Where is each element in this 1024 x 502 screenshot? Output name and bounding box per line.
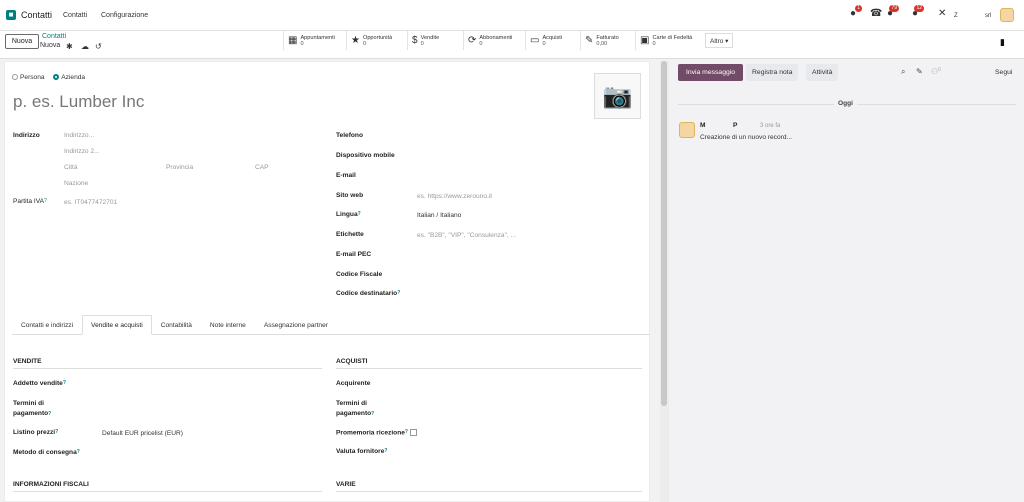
fiscal-info-title: INFORMAZIONI FISCALI bbox=[13, 481, 322, 492]
email-label: E-mail bbox=[336, 172, 356, 179]
stat-appuntamenti[interactable]: ▦ Appuntamenti 0 bbox=[283, 31, 335, 50]
website-label: Sito web bbox=[336, 192, 364, 199]
tags-label: Etichette bbox=[336, 231, 364, 238]
stat-acquisti[interactable]: ▭ Acquisti 0 bbox=[525, 31, 562, 50]
pricelist-select[interactable]: Default EUR pricelist (EUR) bbox=[102, 430, 183, 437]
refresh-icon: ⟳ bbox=[468, 35, 477, 46]
stat-opportunita[interactable]: ★ Opportunità 0 bbox=[346, 31, 392, 50]
more-dropdown[interactable]: Altro ▾ bbox=[705, 33, 734, 48]
stat-carte-fedelta[interactable]: ▣ Carte di Fedeltà 0 bbox=[635, 31, 692, 50]
company-name-input[interactable]: p. es. Lumber Inc bbox=[13, 92, 144, 112]
message-author[interactable]: M P bbox=[700, 122, 737, 129]
app-title[interactable]: Contatti bbox=[21, 10, 52, 20]
delivery-method-label: Metodo di consegna? bbox=[13, 449, 80, 456]
message-time: 3 ore fa bbox=[760, 123, 781, 129]
city-input[interactable]: Città bbox=[64, 164, 78, 171]
tab-vendite-acquisti[interactable]: Vendite e acquisti bbox=[82, 315, 152, 335]
followers-icon[interactable]: ⚇0 bbox=[931, 67, 941, 76]
send-message-button[interactable]: Invia messaggio bbox=[678, 64, 743, 81]
gear-icon[interactable]: ✱ bbox=[66, 42, 73, 51]
pec-label: E-mail PEC bbox=[336, 251, 372, 258]
buyer-label: Acquirente bbox=[336, 380, 371, 387]
radio-azienda[interactable] bbox=[53, 74, 60, 81]
date-separator-label: Oggi bbox=[834, 100, 858, 107]
scrollbar-thumb[interactable] bbox=[661, 61, 667, 406]
message-body: Creazione di un nuovo record... bbox=[700, 134, 793, 141]
star-icon: ★ bbox=[351, 35, 360, 46]
street2-input[interactable]: Indirizzo 2... bbox=[64, 148, 100, 155]
misc-section-title: VARIE bbox=[336, 481, 642, 492]
breadcrumb-parent[interactable]: Contatti bbox=[42, 33, 66, 40]
radio-persona-label[interactable]: Persona bbox=[20, 74, 45, 81]
payment-terms-label: Termini di pagamento? bbox=[13, 400, 52, 417]
notebook-tabs: Contatti e indirizzi Vendite e acquisti … bbox=[12, 315, 337, 335]
contacts-app-icon[interactable]: ■ bbox=[6, 10, 16, 20]
tags-input[interactable]: es. "B2B", "VIP", "Consulenza", ... bbox=[417, 232, 516, 239]
calendar-icon: ▦ bbox=[288, 35, 298, 46]
salesperson-label: Addetto vendite? bbox=[13, 380, 66, 387]
mobile-label: Dispositivo mobile bbox=[336, 152, 395, 159]
radio-azienda-label[interactable]: Azienda bbox=[61, 74, 85, 81]
messaging-icon[interactable]: ● 79 bbox=[887, 5, 900, 20]
cloud-save-icon[interactable]: ☁ bbox=[81, 42, 89, 51]
phone-label: Telefono bbox=[336, 132, 363, 139]
user-avatar[interactable] bbox=[1000, 8, 1014, 22]
paperclip-icon[interactable]: ✎ bbox=[916, 67, 923, 76]
purchase-section-title: ACQUISTI bbox=[336, 358, 642, 369]
clock-icon[interactable]: ● 12 bbox=[912, 5, 925, 20]
vat-input[interactable]: es. IT0477472701 bbox=[64, 199, 117, 206]
company-type-radio: Persona Azienda bbox=[12, 74, 85, 81]
street-input[interactable]: Indirizzo... bbox=[64, 132, 94, 139]
form-sheet bbox=[4, 61, 650, 502]
follow-button[interactable]: Segui bbox=[995, 69, 1012, 76]
language-select[interactable]: Italian / Italiano bbox=[417, 212, 461, 219]
tools-icon[interactable]: ✕ bbox=[938, 8, 946, 20]
pricelist-label: Listino prezzi? bbox=[13, 429, 59, 436]
author-avatar[interactable] bbox=[679, 122, 695, 138]
stat-vendite[interactable]: $ Vendite 0 bbox=[407, 31, 439, 50]
dollar-icon: $ bbox=[412, 35, 418, 46]
country-input[interactable]: Nazione bbox=[64, 180, 88, 187]
phone-icon[interactable]: ☎ bbox=[870, 8, 882, 20]
stat-fatturato[interactable]: ✎ Fatturato 0,00 bbox=[580, 31, 619, 50]
invoice-icon: ✎ bbox=[585, 35, 594, 46]
credit-card-icon: ▭ bbox=[530, 35, 540, 46]
bookmark-icon[interactable]: ▮ bbox=[1000, 37, 1005, 48]
receipt-reminder-label: Promemoria ricezione? bbox=[336, 429, 417, 436]
activity-icon[interactable]: ● 1 bbox=[850, 5, 863, 20]
menu-contatti[interactable]: Contatti bbox=[63, 12, 87, 19]
tab-assegnazione-partner[interactable]: Assegnazione partner bbox=[255, 315, 337, 335]
tab-contabilita[interactable]: Contabilità bbox=[152, 315, 201, 335]
menu-configurazione[interactable]: Configurazione bbox=[101, 12, 148, 19]
sales-section-title: VENDITE bbox=[13, 358, 322, 369]
activities-button[interactable]: Attività bbox=[806, 64, 839, 81]
new-button[interactable]: Nuova bbox=[5, 34, 39, 49]
fiscal-code-label: Codice Fiscale bbox=[336, 271, 383, 278]
company-name[interactable]: srl bbox=[985, 13, 991, 19]
tab-note-interne[interactable]: Note interne bbox=[201, 315, 255, 335]
supplier-currency-label: Valuta fornitore? bbox=[336, 448, 388, 455]
search-icon[interactable]: ⌕ bbox=[901, 67, 905, 77]
discard-icon[interactable]: ↺ bbox=[95, 42, 102, 51]
breadcrumb-current: Nuova bbox=[40, 42, 61, 49]
tab-contatti-indirizzi[interactable]: Contatti e indirizzi bbox=[12, 315, 82, 335]
camera-icon[interactable]: 📷 bbox=[594, 73, 641, 119]
receipt-reminder-checkbox[interactable] bbox=[409, 429, 417, 436]
stat-abbonamenti[interactable]: ⟳ Abbonamenti 0 bbox=[463, 31, 512, 50]
radio-persona[interactable] bbox=[12, 74, 18, 81]
purchase-payment-terms-label: Termini di pagamento? bbox=[336, 400, 375, 417]
website-input[interactable]: es. https://www.zerouno.it bbox=[417, 193, 492, 200]
zip-input[interactable]: CAP bbox=[255, 164, 269, 171]
user-initial[interactable]: Z bbox=[954, 13, 958, 19]
address-label: Indirizzo bbox=[13, 132, 40, 139]
language-label: Lingua? bbox=[336, 211, 361, 218]
vat-label: Partita IVA? bbox=[13, 198, 47, 205]
top-navbar: ■ Contatti Contatti Configurazione ● 1 ☎ … bbox=[0, 0, 1024, 31]
loyalty-card-icon: ▣ bbox=[640, 35, 650, 46]
log-note-button[interactable]: Registra nota bbox=[746, 64, 799, 81]
province-input[interactable]: Provincia bbox=[166, 164, 193, 171]
recipient-code-label: Codice destinatario? bbox=[336, 290, 401, 297]
